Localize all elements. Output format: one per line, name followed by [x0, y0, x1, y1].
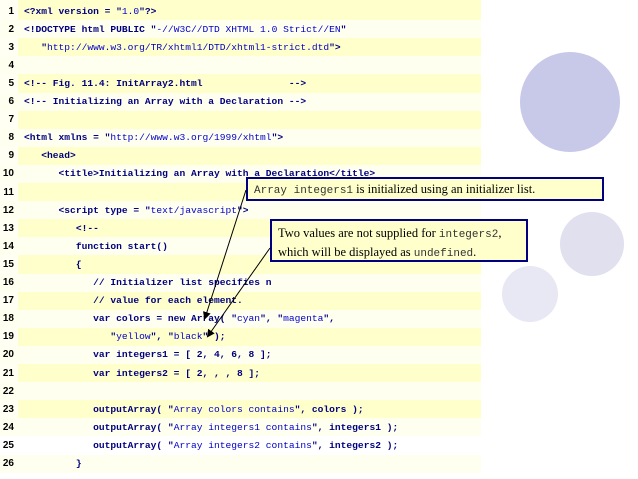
decorative-circle-medium — [560, 212, 624, 276]
code-line: 4 — [0, 56, 481, 75]
code-text: outputArray( "Array integers2 contains",… — [24, 439, 399, 451]
line-number: 6 — [8, 96, 14, 107]
line-number: 8 — [8, 132, 14, 144]
code-line: 16 // Initializer list specifies n — [0, 273, 481, 292]
line-number: 11 — [3, 186, 14, 198]
line-number: 19 — [2, 331, 14, 343]
line-number: 16 — [2, 277, 14, 288]
code-line: 6 <!-- Initializing an Array with a Decla… — [0, 92, 481, 111]
code-line: 7 — [0, 111, 481, 129]
callout-text: , — [498, 226, 502, 240]
code-line: 20 var integers1 = [ 2, 4, 6, 8 ]; — [0, 345, 481, 364]
code-line: 3 "http://www.w3.org/TR/xhtml1/DTD/xhtml… — [0, 38, 481, 56]
code-text: outputArray( "Array colors contains", co… — [24, 403, 364, 415]
line-number: 4 — [8, 59, 14, 71]
code-listing: 1 <?xml version = "1.0"?> 2 <!DOCTYPE html … — [0, 0, 481, 473]
callout-text: which will be displayed as — [278, 245, 414, 259]
callout-text: . — [473, 245, 477, 259]
code-text: "yellow", "black" ); — [24, 331, 226, 343]
line-number: 3 — [8, 41, 14, 53]
code-text: var integers1 = [ 2, 4, 6, 8 ]; — [24, 349, 272, 361]
code-text: <script type = "text/javascript"> — [24, 204, 249, 216]
code-text: } — [24, 458, 82, 469]
callout-text: Two values are not supplied for — [278, 226, 439, 240]
line-number: 14 — [2, 240, 14, 252]
callout-code: Array integers1 — [254, 185, 354, 197]
code-text: <head> — [24, 150, 76, 162]
code-text: var colors = new Array( "cyan", "magenta… — [24, 313, 335, 325]
code-line: 9 <head> — [0, 147, 481, 165]
code-line: 23 outputArray( "Array colors contains",… — [0, 400, 481, 418]
line-number: 9 — [8, 150, 14, 162]
code-text: "http://www.w3.org/TR/xhtml1/DTD/xhtml1-… — [24, 41, 341, 53]
callout-text: is initialized using an initializer list… — [353, 182, 536, 196]
code-text: function start() — [24, 240, 168, 252]
line-number: 18 — [2, 313, 14, 325]
line-number: 13 — [2, 222, 14, 234]
code-text: // value for each element. — [24, 295, 243, 307]
code-line: 26 } — [0, 454, 481, 473]
line-number: 20 — [2, 349, 14, 361]
line-number: 1 — [8, 5, 14, 17]
code-line: 17 // value for each element. — [0, 292, 481, 310]
code-text: // Initializer list specifies n — [24, 277, 272, 288]
line-number: 26 — [2, 458, 14, 469]
decorative-circle-large — [520, 52, 620, 152]
line-number: 12 — [2, 204, 14, 216]
code-line: 2 <!DOCTYPE html PUBLIC "-//W3C//DTD XHTM… — [0, 20, 481, 39]
line-number: 24 — [2, 421, 14, 433]
code-line: 25 outputArray( "Array integers2 contain… — [0, 436, 481, 454]
code-line: 5 <!-- Fig. 11.4: InitArray2.html --> — [0, 74, 481, 92]
line-number: 23 — [2, 403, 14, 415]
code-line: 21 var integers2 = [ 2, , , 8 ]; — [0, 364, 481, 382]
line-number: 2 — [8, 23, 14, 35]
code-line: 8 <html xmlns = "http://www.w3.org/1999/x… — [0, 128, 481, 147]
code-line: 19 "yellow", "black" ); — [0, 328, 481, 346]
code-text: <?xml version = "1.0"?> — [24, 5, 157, 17]
code-line: 12 <script type = "text/javascript"> — [0, 201, 481, 220]
code-text: <!-- Initializing an Array with a Declar… — [24, 96, 307, 107]
callout-code: integers2 — [438, 229, 499, 241]
code-text: var integers2 = [ 2, , , 8 ]; — [24, 367, 261, 379]
code-text: <!DOCTYPE html PUBLIC "-//W3C//DTD XHTML… — [24, 23, 347, 35]
callout-integers1: Array integers1 is initialized using an … — [246, 177, 604, 201]
code-text: outputArray( "Array integers1 contains",… — [24, 421, 399, 433]
code-text: <!-- Fig. 11.4: InitArray2.html --> — [24, 77, 307, 89]
line-number: 5 — [8, 77, 14, 89]
code-line: 1 <?xml version = "1.0"?> — [0, 2, 481, 20]
decorative-circle-small — [502, 266, 558, 322]
line-number: 10 — [2, 168, 14, 180]
code-text: { — [24, 258, 82, 270]
code-line: 24 outputArray( "Array integers1 contain… — [0, 418, 481, 437]
line-number: 25 — [2, 439, 14, 451]
line-number: 22 — [2, 385, 14, 397]
line-number: 15 — [2, 258, 14, 270]
code-text: <html xmlns = "http://www.w3.org/1999/xh… — [24, 132, 284, 144]
code-text: <!-- — [24, 222, 99, 234]
code-line: 18 var colors = new Array( "cyan", "mage… — [0, 309, 481, 328]
callout-code: undefined — [413, 248, 474, 260]
line-number: 7 — [8, 114, 14, 126]
callout-integers2: Two values are not supplied for integers… — [270, 219, 528, 262]
line-number: 21 — [2, 367, 14, 379]
line-number: 17 — [2, 295, 14, 307]
code-line: 22 — [0, 382, 481, 401]
